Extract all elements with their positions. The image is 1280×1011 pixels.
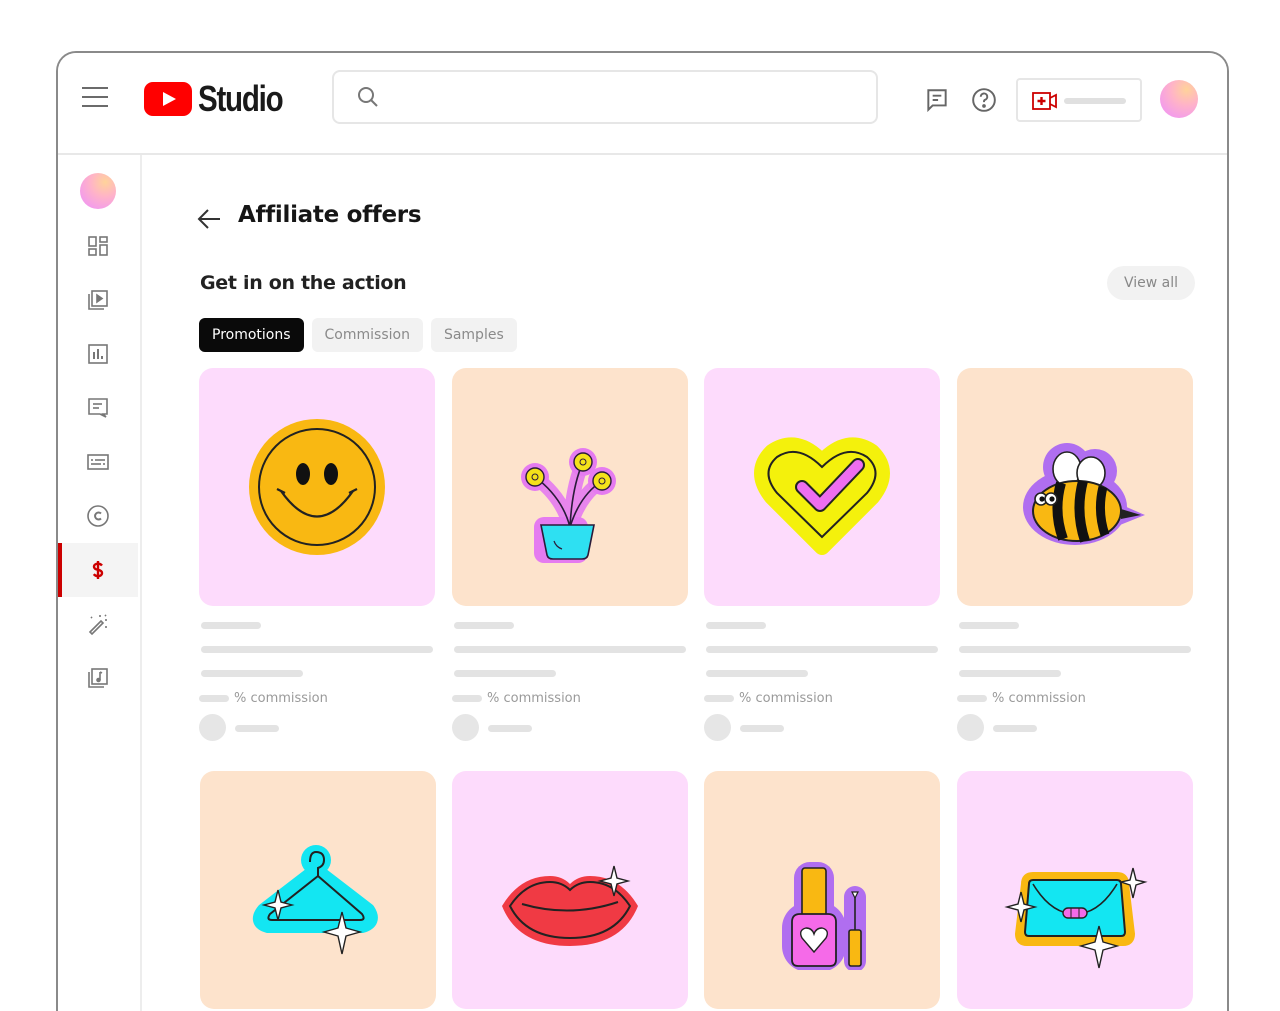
- skeleton-avatar: [199, 714, 226, 741]
- skeleton-line: [201, 646, 433, 653]
- account-avatar[interactable]: [1160, 80, 1198, 118]
- clutch-bag-icon: [1004, 867, 1148, 969]
- offer-card[interactable]: % commission: [199, 368, 435, 741]
- studio-logo[interactable]: Studio: [144, 78, 301, 119]
- offer-thumbnail: [199, 368, 435, 606]
- skeleton-avatar: [957, 714, 984, 741]
- help-icon[interactable]: [971, 87, 997, 113]
- chip-samples[interactable]: Samples: [430, 318, 517, 352]
- heart-check-icon: [754, 437, 890, 555]
- studio-window: Studio Affiliate offers Get in on the ac…: [56, 51, 1229, 1011]
- sidebar-item-dashboard[interactable]: [58, 219, 138, 273]
- sidebar-item-audio-library[interactable]: [58, 651, 138, 705]
- create-button[interactable]: [1016, 78, 1142, 122]
- sidebar-item-content[interactable]: [58, 273, 138, 327]
- clothes-hanger-icon: [252, 845, 378, 955]
- offer-thumbnail: [704, 771, 940, 1009]
- skeleton-line: [454, 670, 556, 677]
- analytics-icon: [88, 344, 108, 364]
- top-bar: Studio: [58, 53, 1227, 155]
- offer-card[interactable]: % commission: [452, 368, 688, 741]
- skeleton-line: [706, 646, 938, 653]
- filter-chips: Promotions Commission Samples: [199, 318, 517, 352]
- view-all-button[interactable]: View all: [1107, 266, 1195, 300]
- comments-icon: [88, 398, 108, 418]
- offer-card[interactable]: [704, 771, 940, 1009]
- search-input[interactable]: [394, 80, 868, 116]
- offer-thumbnail: [957, 771, 1193, 1009]
- commission-label: % commission: [234, 691, 328, 706]
- offer-thumbnail: [957, 368, 1193, 606]
- youtube-play-icon: [144, 82, 192, 116]
- sidebar-item-customization[interactable]: [58, 597, 138, 651]
- page-title: Affiliate offers: [238, 202, 422, 228]
- offer-card[interactable]: [957, 771, 1193, 1009]
- hamburger-menu-icon[interactable]: [82, 87, 108, 109]
- magic-wand-icon: [88, 614, 107, 636]
- content-icon: [88, 290, 108, 310]
- commission-row: % commission: [452, 691, 581, 706]
- skeleton-line: [706, 622, 766, 629]
- offer-card[interactable]: % commission: [704, 368, 940, 741]
- skeleton-line: [235, 725, 279, 732]
- bee-icon: [1023, 443, 1145, 545]
- feedback-icon[interactable]: [924, 87, 950, 113]
- skeleton-line: [959, 646, 1191, 653]
- skeleton-line: [706, 670, 808, 677]
- commission-label: % commission: [487, 691, 581, 706]
- offer-thumbnail: [452, 368, 688, 606]
- skeleton-line: [454, 646, 686, 653]
- sidebar-item-analytics[interactable]: [58, 327, 138, 381]
- commission-label: % commission: [992, 691, 1086, 706]
- search-icon: [358, 87, 378, 107]
- commission-row: % commission: [957, 691, 1086, 706]
- skeleton-avatar: [452, 714, 479, 741]
- skeleton-line: [488, 725, 532, 732]
- offer-card[interactable]: [452, 771, 688, 1009]
- sidebar-item-copyright[interactable]: [58, 489, 138, 543]
- main-content: Affiliate offers Get in on the action Vi…: [142, 155, 1227, 1011]
- commission-row: % commission: [704, 691, 833, 706]
- offer-thumbnail: [452, 771, 688, 1009]
- back-arrow-icon[interactable]: [196, 207, 222, 231]
- offer-card[interactable]: [200, 771, 436, 1009]
- skeleton-line: [959, 622, 1019, 629]
- create-label-placeholder: [1064, 98, 1126, 104]
- copyright-icon: [87, 505, 109, 527]
- create-video-icon: [1032, 92, 1057, 110]
- skeleton-line: [740, 725, 784, 732]
- skeleton-line: [454, 622, 514, 629]
- smiley-face-icon: [249, 419, 385, 555]
- sidebar: [58, 155, 142, 1011]
- subtitles-icon: [87, 454, 109, 470]
- audio-library-icon: [88, 668, 108, 688]
- lips-icon: [502, 865, 638, 946]
- skeleton-avatar: [704, 714, 731, 741]
- skeleton-line: [959, 670, 1061, 677]
- sidebar-item-earn[interactable]: [58, 543, 138, 597]
- skeleton-line: [201, 670, 303, 677]
- dollar-icon: [92, 561, 104, 579]
- section-title: Get in on the action: [200, 272, 407, 294]
- commission-row: % commission: [199, 691, 328, 706]
- commission-label: % commission: [739, 691, 833, 706]
- channel-avatar[interactable]: [80, 173, 116, 209]
- chip-commission[interactable]: Commission: [311, 318, 423, 352]
- offer-thumbnail: [200, 771, 436, 1009]
- sidebar-item-subtitles[interactable]: [58, 435, 138, 489]
- offer-thumbnail: [704, 368, 940, 606]
- chip-promotions[interactable]: Promotions: [199, 318, 304, 352]
- offer-card[interactable]: % commission: [957, 368, 1193, 741]
- nail-polish-icon: [782, 862, 866, 970]
- skeleton-line: [993, 725, 1037, 732]
- dashboard-icon: [88, 236, 108, 256]
- skeleton-line: [201, 622, 261, 629]
- logo-text: Studio: [198, 78, 284, 119]
- search-box[interactable]: [332, 70, 878, 124]
- flower-pot-icon: [521, 448, 616, 563]
- sidebar-item-comments[interactable]: [58, 381, 138, 435]
